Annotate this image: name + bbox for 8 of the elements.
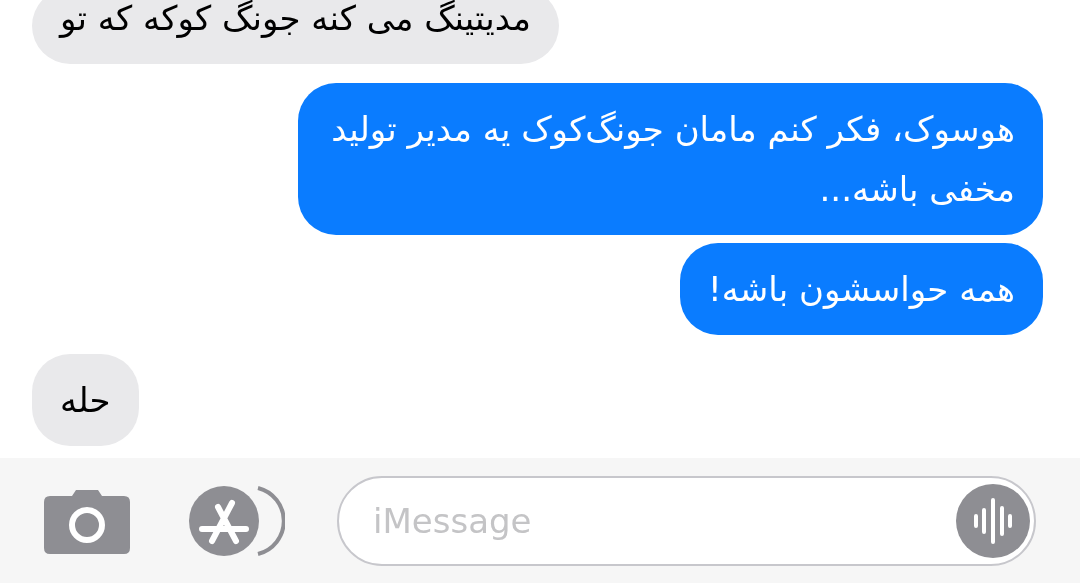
voice-icon[interactable] bbox=[956, 483, 1030, 558]
message-bubble: حله bbox=[32, 354, 139, 446]
app-store-icon[interactable] bbox=[188, 484, 285, 557]
message-bubble: همه حواسشون باشه! bbox=[680, 243, 1043, 335]
message-field[interactable]: iMessage bbox=[337, 475, 1036, 566]
message-bubble: مدیتینگ می کنه جونگ کوکه که تو bbox=[32, 0, 559, 64]
message-bubble: هوسوک، فکر کنم مامان جونگ‌کوک یه مدیر تولید مخفی باشه... bbox=[298, 83, 1043, 235]
camera-icon[interactable] bbox=[44, 487, 130, 554]
